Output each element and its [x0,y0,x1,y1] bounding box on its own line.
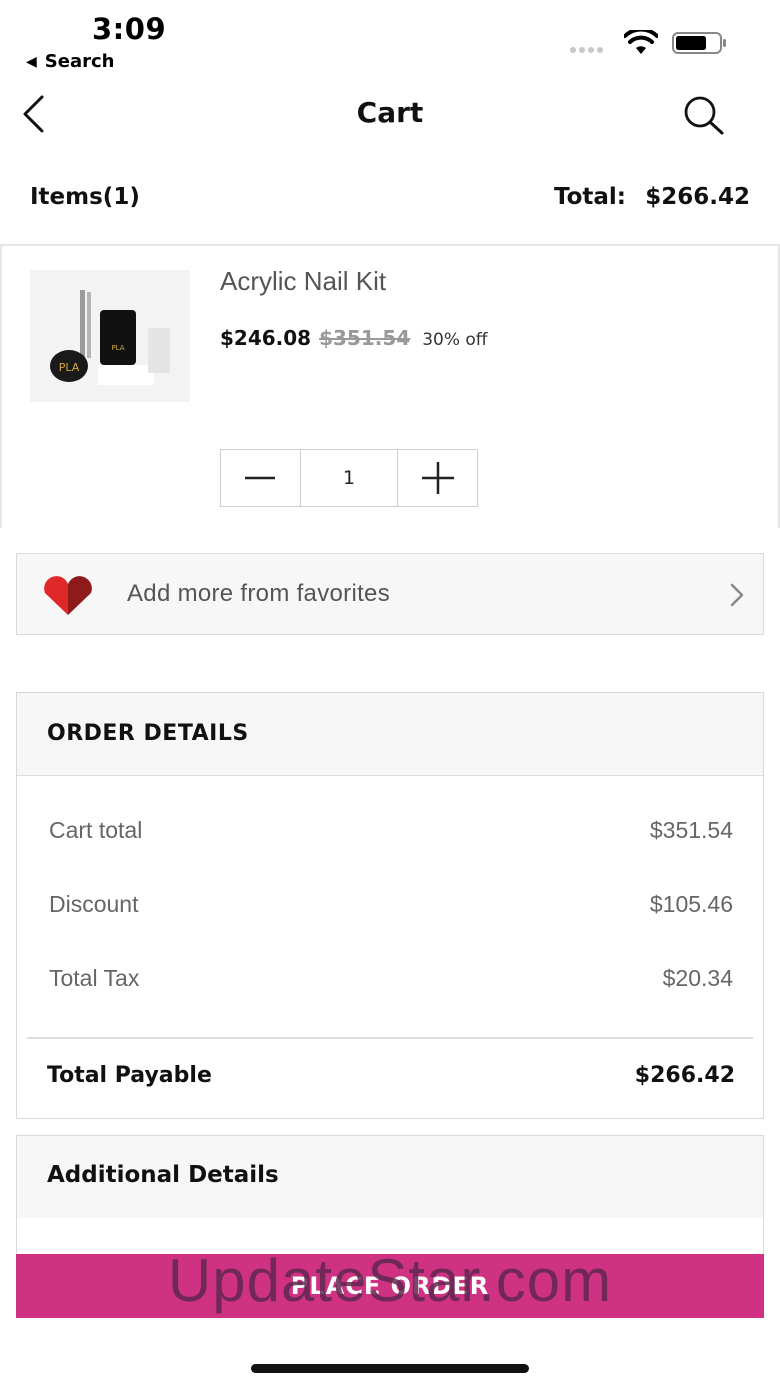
discount-badge: 30% off [422,330,488,350]
page-title: Cart [356,96,424,129]
total-tax-value: $20.34 [662,965,733,991]
order-details-title: ORDER DETAILS [47,721,249,746]
discount-label: Discount [49,891,139,917]
place-order-label: PLACE ORDER [290,1272,490,1300]
total-label: Total: [553,184,626,210]
total-value: $266.42 [645,184,750,210]
total-tax-row: Total Tax $20.34 [49,965,733,999]
price-current: $246.08 [220,326,312,350]
additional-details-header[interactable]: Additional Details [17,1136,763,1218]
product-image[interactable]: PLA PLA [30,270,190,402]
quantity-value[interactable]: 1 [299,450,399,506]
increase-quantity-button[interactable] [398,450,477,506]
order-details-header: ORDER DETAILS [17,693,763,776]
status-back-label: Search [44,51,115,72]
cart-total-row: Cart total $351.54 [49,817,733,851]
discount-value: $105.46 [649,891,733,917]
svg-text:PLA: PLA [111,344,124,352]
discount-row: Discount $105.46 [49,891,733,925]
price-original: $351.54 [319,326,411,350]
cart-summary-row: Items(1) Total: $266.42 [0,184,780,218]
price-row: $246.08 $351.54 30% off [220,326,488,350]
total-payable-label: Total Payable [47,1063,212,1088]
search-icon[interactable] [682,96,726,136]
product-name[interactable]: Acrylic Nail Kit [220,266,386,297]
heart-icon [44,576,92,615]
chevron-right-icon [730,583,744,607]
place-order-button[interactable]: PLACE ORDER [16,1254,764,1318]
order-details-panel: ORDER DETAILS Cart total $351.54 Discoun… [16,692,764,1119]
plus-icon [421,462,454,494]
favorites-label: Add more from favorites [127,580,390,607]
total-payable-value: $266.42 [634,1063,735,1088]
cart-total-value: $351.54 [649,817,733,843]
status-back-to-app[interactable]: ◀ Search [26,51,114,72]
back-triangle-icon: ◀ [26,53,37,70]
total-tax-label: Total Tax [49,965,140,991]
product-image-brand: PLA [59,361,80,374]
cart-total-label: Cart total [49,817,143,843]
battery-icon [672,32,726,54]
wifi-icon [624,30,658,54]
home-indicator[interactable] [251,1364,529,1373]
add-from-favorites-button[interactable]: Add more from favorites [16,553,764,635]
divider [27,1037,753,1039]
additional-details-title: Additional Details [47,1162,279,1188]
signal-dots-icon [570,47,603,53]
quantity-stepper: 1 [220,449,478,507]
items-count: Items(1) [30,184,140,210]
status-time: 3:09 [92,12,167,46]
minus-icon [245,476,276,480]
decrease-quantity-button[interactable] [221,450,300,506]
